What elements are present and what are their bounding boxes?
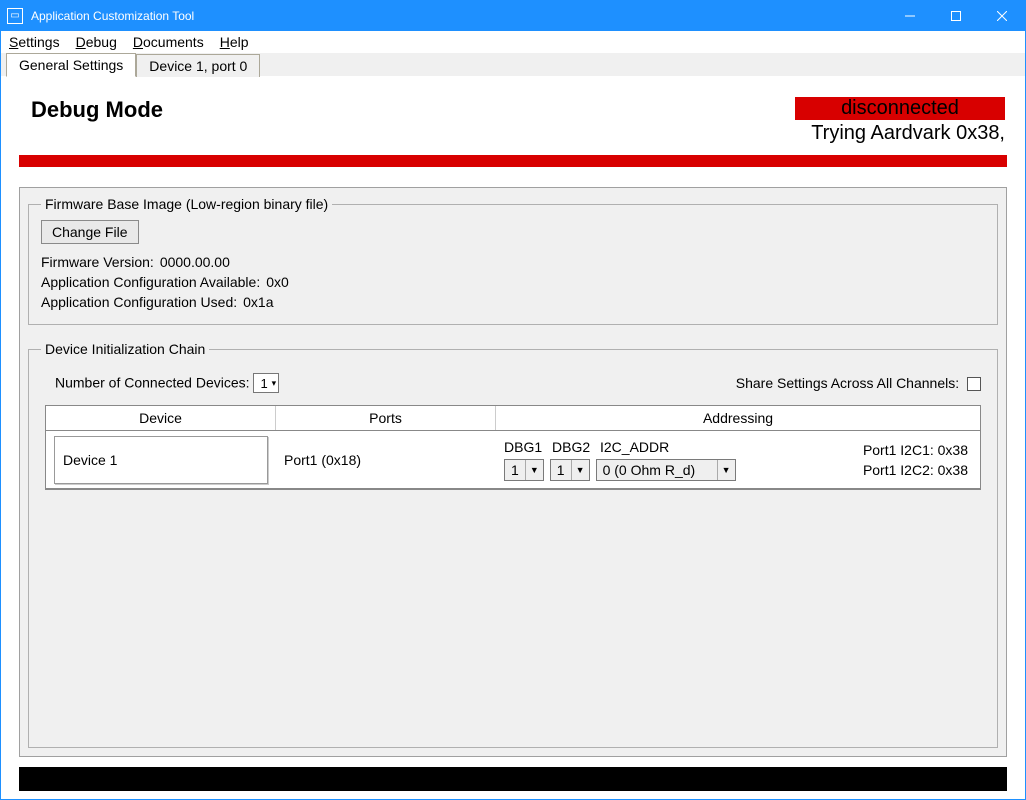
connection-status-badge: disconnected (795, 97, 1005, 120)
num-devices-select[interactable]: 1 ▾ (253, 373, 279, 393)
bottom-black-bar (19, 767, 1007, 791)
i2caddr-value: 0 (0 Ohm R_d) (597, 462, 717, 478)
tab-content: Debug Mode disconnected Trying Aardvark … (1, 77, 1025, 799)
i2caddr-select[interactable]: 0 (0 Ohm R_d) ▼ (596, 459, 736, 481)
chevron-down-icon: ▼ (525, 460, 543, 480)
tabstrip: General Settings Device 1, port 0 (1, 53, 1025, 77)
addressing-readout: Port1 I2C1: 0x38 Port1 I2C2: 0x38 (863, 442, 968, 478)
main-panel: Firmware Base Image (Low-region binary f… (19, 187, 1007, 757)
appcfg-used-value: 0x1a (243, 294, 273, 310)
header-row: Debug Mode disconnected Trying Aardvark … (1, 77, 1025, 145)
firmware-version-value: 0000.00.00 (160, 254, 230, 270)
dbg2-label: DBG2 (552, 439, 594, 455)
chevron-down-icon: ▾ (272, 378, 277, 389)
i2caddr-label: I2C_ADDR (600, 439, 669, 455)
table-row: Device 1 Port1 (0x18) DBG1 DBG2 I (46, 431, 980, 489)
addressing-controls: DBG1 DBG2 I2C_ADDR 1 ▼ (504, 439, 736, 481)
firmware-version-label: Firmware Version: (41, 254, 154, 270)
num-devices-value: 1 (260, 376, 267, 391)
chevron-down-icon: ▼ (717, 460, 735, 480)
device-chain-legend: Device Initialization Chain (41, 341, 209, 357)
device-name: Device 1 (63, 452, 117, 468)
dbg1-select[interactable]: 1 ▼ (504, 459, 544, 481)
menubar: Settings Debug Documents Help (1, 31, 1025, 53)
status-block: disconnected Trying Aardvark 0x38, (795, 97, 1005, 145)
num-devices-label: Number of Connected Devices: (55, 375, 250, 391)
device-table: Device Ports Addressing Device 1 Port1 (… (45, 405, 981, 490)
firmware-legend: Firmware Base Image (Low-region binary f… (41, 196, 332, 212)
connection-status-detail: Trying Aardvark 0x38, (795, 122, 1005, 145)
app-icon: ▭ (7, 8, 23, 24)
share-settings-row: Share Settings Across All Channels: (736, 375, 981, 391)
appcfg-used-label: Application Configuration Used: (41, 294, 237, 310)
page-title: Debug Mode (31, 97, 163, 123)
red-divider (19, 155, 1007, 167)
titlebar: ▭ Application Customization Tool (1, 1, 1025, 31)
device-chain-fieldset: Device Initialization Chain Number of Co… (28, 341, 998, 748)
table-header: Device Ports Addressing (46, 406, 980, 431)
maximize-button[interactable] (933, 1, 979, 31)
device-cell[interactable]: Device 1 (54, 436, 268, 484)
menu-settings[interactable]: Settings (9, 34, 60, 50)
port1-i2c2: Port1 I2C2: 0x38 (863, 462, 968, 478)
share-settings-checkbox[interactable] (967, 377, 981, 391)
th-device: Device (46, 406, 276, 430)
tab-device-1-port-0[interactable]: Device 1, port 0 (136, 54, 260, 77)
port1-i2c1: Port1 I2C1: 0x38 (863, 442, 968, 458)
dbg1-label: DBG1 (504, 439, 546, 455)
tab-general-settings[interactable]: General Settings (6, 53, 136, 77)
menu-help[interactable]: Help (220, 34, 249, 50)
ports-value: Port1 (0x18) (284, 452, 361, 468)
close-button[interactable] (979, 1, 1025, 31)
appcfg-avail-label: Application Configuration Available: (41, 274, 260, 290)
chevron-down-icon: ▼ (571, 460, 589, 480)
window-title: Application Customization Tool (31, 9, 887, 23)
th-ports: Ports (276, 406, 496, 430)
dbg1-value: 1 (505, 462, 525, 478)
change-file-button[interactable]: Change File (41, 220, 139, 244)
app-window: ▭ Application Customization Tool Setting… (0, 0, 1026, 800)
menu-debug[interactable]: Debug (76, 34, 117, 50)
window-buttons (887, 1, 1025, 31)
minimize-button[interactable] (887, 1, 933, 31)
appcfg-avail-value: 0x0 (266, 274, 289, 290)
firmware-fieldset: Firmware Base Image (Low-region binary f… (28, 196, 998, 325)
share-settings-label: Share Settings Across All Channels: (736, 375, 959, 391)
dbg2-value: 1 (551, 462, 571, 478)
menu-documents[interactable]: Documents (133, 34, 204, 50)
num-devices-row: Number of Connected Devices: 1 ▾ (55, 373, 279, 393)
dbg2-select[interactable]: 1 ▼ (550, 459, 590, 481)
th-addressing: Addressing (496, 406, 980, 430)
